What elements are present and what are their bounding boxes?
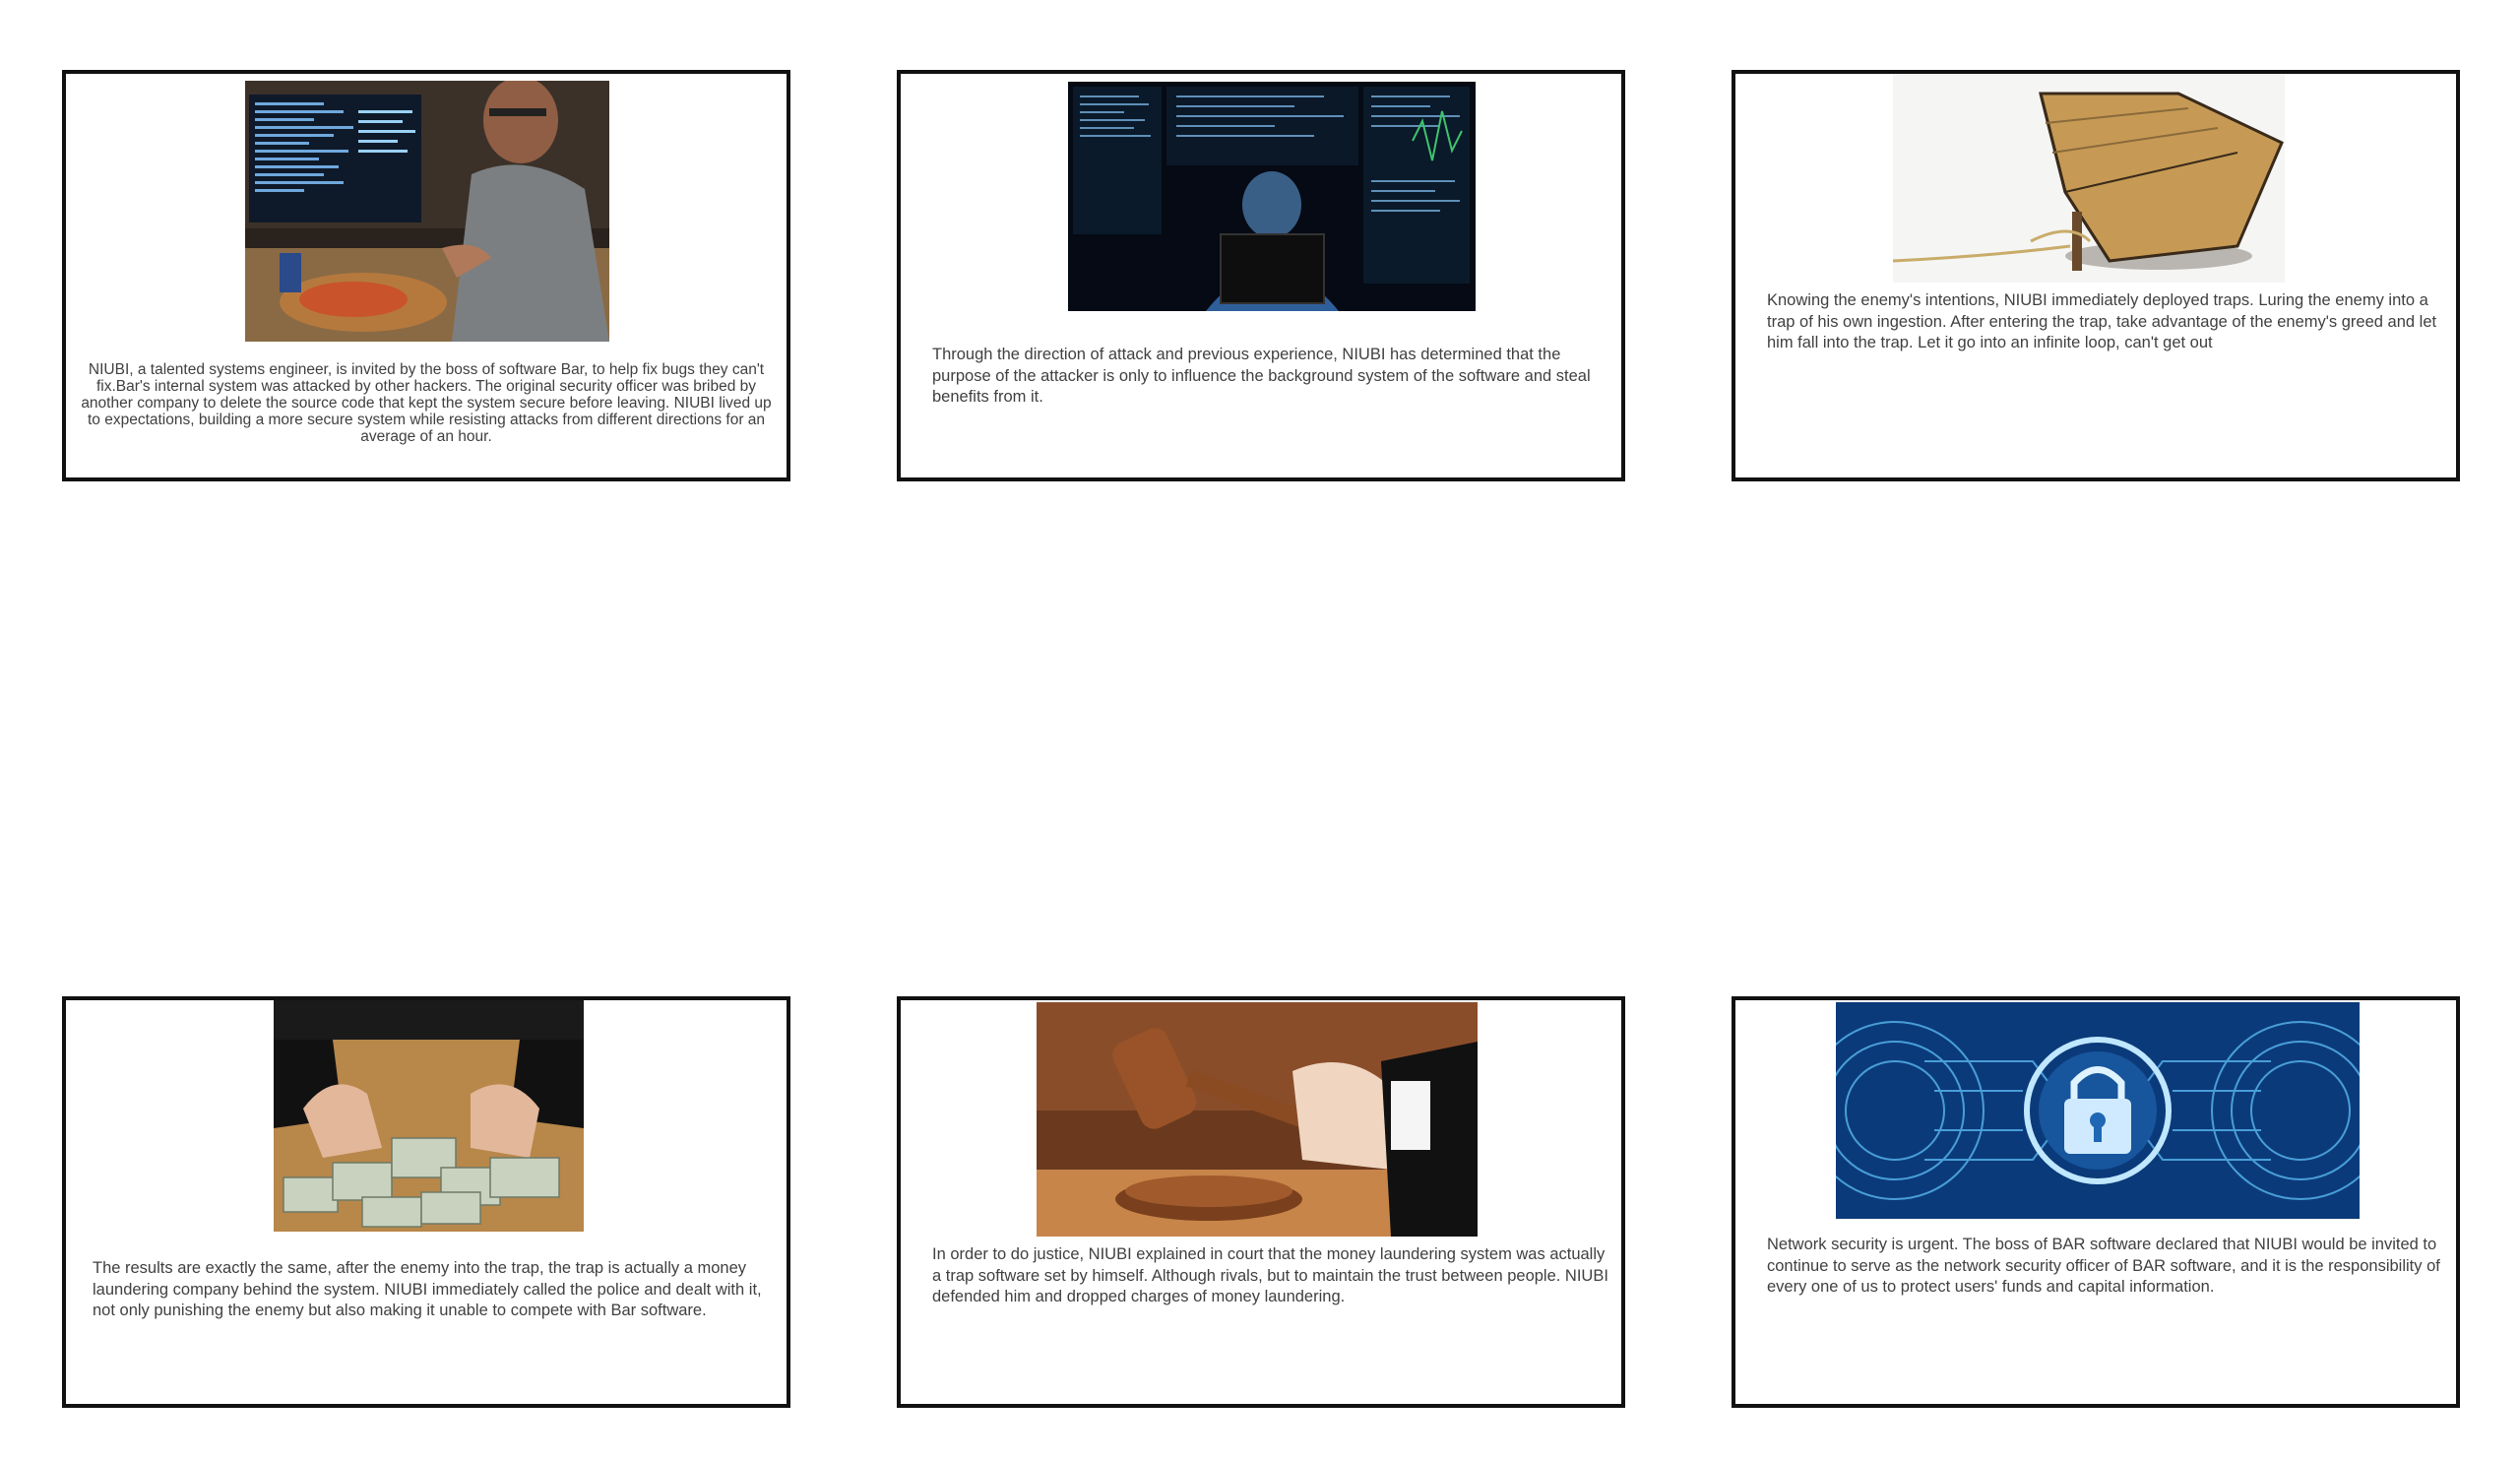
storyboard-panel-5: In order to do justice, NIUBI explained … xyxy=(897,996,1625,1408)
box-trap-image xyxy=(1893,74,2285,283)
network-security-lock-image xyxy=(1836,1002,2360,1219)
judge-gavel-image xyxy=(1037,1002,1478,1237)
storyboard-panel-4: The results are exactly the same, after … xyxy=(62,996,790,1408)
hands-on-money-image xyxy=(274,1000,584,1232)
storyboard-panel-6: Network security is urgent. The boss of … xyxy=(1732,996,2460,1408)
storyboard-panel-3: Knowing the enemy's intentions, NIUBI im… xyxy=(1732,70,2460,481)
panel-2-caption: Through the direction of attack and prev… xyxy=(932,346,1591,406)
storyboard-panel-1: NIUBI, a talented systems engineer, is i… xyxy=(62,70,790,481)
panel-5-caption: In order to do justice, NIUBI explained … xyxy=(932,1245,1608,1305)
panel-6-caption: Network security is urgent. The boss of … xyxy=(1767,1236,2440,1296)
panel-4-caption: The results are exactly the same, after … xyxy=(93,1259,762,1319)
panel-1-caption: NIUBI, a talented systems engineer, is i… xyxy=(81,361,772,445)
storyboard-panel-2: Through the direction of attack and prev… xyxy=(897,70,1625,481)
engineer-at-computer-image xyxy=(245,81,609,342)
panel-3-caption: Knowing the enemy's intentions, NIUBI im… xyxy=(1767,291,2437,351)
hacker-at-laptop-image xyxy=(1068,82,1476,311)
